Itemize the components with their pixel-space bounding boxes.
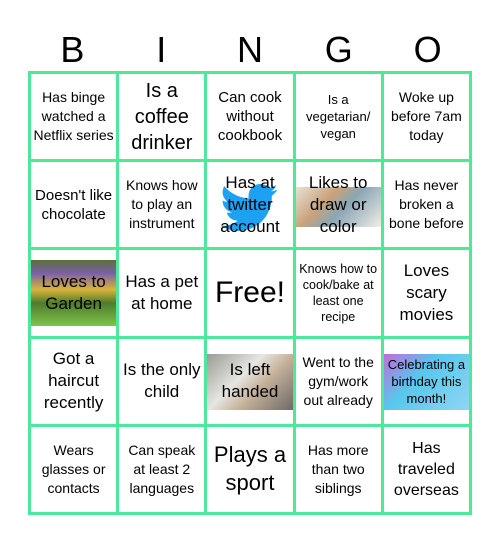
cell-text: Can speak at least 2 languages	[128, 441, 196, 496]
cell-text: Loves to Garden	[41, 271, 106, 313]
cell-text: Is the only child	[123, 360, 201, 402]
cell-text: Doesn't like chocolate	[35, 186, 113, 223]
bingo-cell[interactable]: Knows how to cook/bake at least one reci…	[295, 250, 381, 336]
bingo-cell[interactable]: Doesn't like chocolate	[31, 162, 117, 248]
cell-text: Loves scary movies	[399, 260, 454, 324]
cell-text: Is a vegetarian/ vegan	[306, 92, 371, 142]
bingo-cell[interactable]: Knows how to play an instrument	[119, 162, 205, 248]
cell-text: Has never broken a bone before	[389, 177, 464, 232]
cell-text: Has binge watched a Netflix series	[33, 89, 114, 144]
header-letter-g: G	[324, 29, 353, 70]
bingo-cell[interactable]: Has traveled overseas	[383, 426, 469, 512]
header-letter-b: B	[60, 29, 85, 70]
bingo-cell[interactable]: Loves scary movies	[383, 250, 469, 336]
cell-text: Knows how to cook/bake at least one reci…	[299, 261, 378, 324]
cell-text: Has a pet at home	[125, 271, 199, 313]
bingo-cell[interactable]: Has a pet at home	[119, 250, 205, 336]
bingo-cell[interactable]: Has at twitter account	[207, 162, 293, 248]
cell-text: Has traveled overseas	[393, 439, 459, 499]
bingo-cell[interactable]: Has more than two siblings	[295, 426, 381, 512]
cell-text: Celebrating a birthday this month!	[387, 356, 466, 406]
bingo-cell[interactable]: Got a haircut recently	[31, 338, 117, 424]
bingo-cell[interactable]: Has never broken a bone before	[383, 162, 469, 248]
cell-text: Is a coffee drinker	[131, 79, 193, 154]
cell-text: Went to the gym/work out already	[302, 353, 374, 408]
bingo-cell[interactable]: Loves to Garden	[31, 250, 117, 336]
cell-text: Knows how to play an instrument	[125, 177, 198, 232]
free-space-text: Free!	[214, 276, 285, 310]
cell-text: Has more than two siblings	[307, 441, 369, 496]
cell-text: Is left handed	[221, 360, 279, 402]
bingo-cell[interactable]: Likes to draw or color	[295, 162, 381, 248]
bingo-card-grid: Has binge watched a Netflix series Is a …	[28, 71, 472, 515]
cell-text: Has at twitter account	[220, 172, 280, 236]
cell-text: Likes to draw or color	[308, 172, 368, 236]
cell-text: Got a haircut recently	[43, 349, 104, 413]
bingo-cell[interactable]: Wears glasses or contacts	[31, 426, 117, 512]
bingo-header: B I N G O	[28, 28, 472, 72]
bingo-cell[interactable]: Is the only child	[119, 338, 205, 424]
bingo-cell[interactable]: Can cook without cookbook	[207, 74, 293, 160]
header-letter-o: O	[413, 29, 442, 70]
cell-text: Can cook without cookbook	[217, 89, 283, 145]
bingo-cell[interactable]: Plays a sport	[207, 426, 293, 512]
bingo-cell[interactable]: Is left handed	[207, 338, 293, 424]
cell-text: Plays a sport	[213, 442, 287, 496]
bingo-cell[interactable]: Is a vegetarian/ vegan	[295, 74, 381, 160]
bingo-cell[interactable]: Celebrating a birthday this month!	[383, 338, 469, 424]
header-letter-i: I	[156, 29, 167, 70]
cell-text: Wears glasses or contacts	[41, 441, 106, 496]
bingo-cell[interactable]: Went to the gym/work out already	[295, 338, 381, 424]
bingo-cell free-space[interactable]: Free!	[207, 250, 293, 336]
bingo-cell[interactable]: Is a coffee drinker	[119, 74, 205, 160]
bingo-cell[interactable]: Has binge watched a Netflix series	[31, 74, 117, 160]
bingo-cell[interactable]: Woke up before 7am today	[383, 74, 469, 160]
bingo-cell[interactable]: Can speak at least 2 languages	[119, 426, 205, 512]
cell-text: Woke up before 7am today	[390, 89, 462, 144]
header-letter-n: N	[236, 29, 263, 70]
